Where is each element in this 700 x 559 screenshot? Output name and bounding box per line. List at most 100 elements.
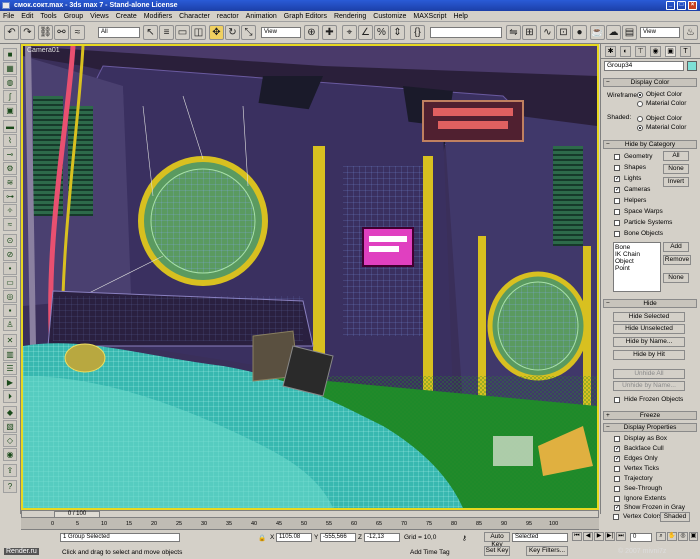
- zoom-icon[interactable]: ⌕: [656, 532, 666, 541]
- y-coordinate-field[interactable]: -555,566: [320, 533, 356, 542]
- orbit-icon[interactable]: ◎: [678, 532, 688, 541]
- display-as-box-checkbox[interactable]: [614, 436, 620, 442]
- z-coordinate-field[interactable]: -12,13: [364, 533, 400, 542]
- reactor-collision-icon[interactable]: ✕: [3, 334, 17, 347]
- see-through-checkbox[interactable]: [614, 486, 620, 492]
- remove-button[interactable]: Remove: [663, 255, 691, 265]
- hide-unselected-button[interactable]: Hide Unselected: [613, 324, 685, 334]
- redo-icon[interactable]: ↷: [20, 25, 35, 40]
- render-scene-icon[interactable]: ☕: [590, 25, 605, 40]
- trackbar[interactable]: 0 5 10 15 20 25 30 35 40 45 50 55 60 65 …: [21, 518, 599, 530]
- reactor-point-icon[interactable]: •: [3, 262, 17, 275]
- spinner-snap-icon[interactable]: ⇕: [390, 25, 405, 40]
- reactor-rigid-body-icon[interactable]: ■: [3, 48, 17, 61]
- display-color-rollout[interactable]: − Display Color: [603, 78, 697, 87]
- cameras-checkbox[interactable]: ✓: [614, 187, 620, 193]
- maximize-icon[interactable]: □: [677, 1, 686, 10]
- key-filters-button[interactable]: Key Filters...: [526, 546, 568, 556]
- none-button[interactable]: None: [663, 164, 689, 174]
- rotate-icon[interactable]: ↻: [225, 25, 240, 40]
- menu-edit[interactable]: Edit: [21, 13, 33, 20]
- lock-selection-icon[interactable]: 🔒: [258, 534, 266, 542]
- select-link-icon[interactable]: ⛓: [38, 25, 53, 40]
- maximize-viewport-icon[interactable]: ▣: [689, 532, 698, 541]
- reactor-water-icon[interactable]: ≈: [3, 218, 17, 231]
- x-coordinate-field[interactable]: 1105.08: [276, 533, 312, 542]
- reactor-ragdoll-icon[interactable]: ♙: [3, 318, 17, 331]
- reactor-spring-icon[interactable]: ⌇: [3, 134, 17, 147]
- menu-rendering[interactable]: Rendering: [334, 13, 366, 20]
- modify-tab-icon[interactable]: ◐: [620, 46, 631, 57]
- utilities-tab-icon[interactable]: T: [680, 46, 691, 57]
- menu-create[interactable]: Create: [116, 13, 137, 20]
- select-object-icon[interactable]: ↖: [143, 25, 158, 40]
- vertex-colors-checkbox[interactable]: [613, 514, 619, 520]
- selection-filter-dropdown[interactable]: All: [98, 27, 140, 38]
- move-icon[interactable]: ✥: [209, 25, 224, 40]
- material-editor-icon[interactable]: ●: [572, 25, 587, 40]
- reactor-world-icon[interactable]: ◉: [3, 448, 17, 461]
- wireframe-material-color-radio[interactable]: [637, 101, 643, 107]
- undo-icon[interactable]: ↶: [4, 25, 19, 40]
- motion-tab-icon[interactable]: ◉: [650, 46, 661, 57]
- reactor-dashpot-icon[interactable]: ⊸: [3, 148, 17, 161]
- reactor-preview-icon[interactable]: ▶: [3, 376, 17, 389]
- unlink-icon[interactable]: ⚯: [54, 25, 69, 40]
- reactor-toy-car-icon[interactable]: ⊶: [3, 190, 17, 203]
- window-crossing-icon[interactable]: ◫: [191, 25, 206, 40]
- reactor-proxy-icon[interactable]: ◇: [3, 434, 17, 447]
- angle-snap-icon[interactable]: ∠: [358, 25, 373, 40]
- bone-objects-checkbox[interactable]: [614, 231, 620, 237]
- shaded-button[interactable]: Shaded: [660, 512, 690, 522]
- curve-editor-icon[interactable]: ∿: [540, 25, 555, 40]
- list-item[interactable]: Point: [615, 265, 659, 272]
- camera-viewport[interactable]: Camera01: [21, 44, 599, 510]
- bind-space-warp-icon[interactable]: ≈: [70, 25, 85, 40]
- play-icon[interactable]: ▶: [594, 532, 604, 541]
- named-selection-icon[interactable]: {}: [410, 25, 425, 40]
- quick-render-icon[interactable]: ☁: [606, 25, 621, 40]
- reactor-convex-icon[interactable]: ◆: [3, 406, 17, 419]
- none-list-button[interactable]: None: [663, 273, 689, 283]
- menu-maxscript[interactable]: MAXScript: [413, 13, 446, 20]
- reactor-soft-body-icon[interactable]: ◍: [3, 76, 17, 89]
- list-item[interactable]: Bone: [615, 244, 659, 251]
- freeze-rollout[interactable]: + Freeze: [603, 411, 697, 420]
- reactor-export-icon[interactable]: ⇪: [3, 464, 17, 477]
- mirror-icon[interactable]: ⇋: [506, 25, 521, 40]
- key-icon[interactable]: ⚷: [462, 534, 467, 542]
- hide-frozen-checkbox[interactable]: [614, 397, 620, 403]
- shapes-checkbox[interactable]: [614, 165, 620, 171]
- named-selection-dropdown[interactable]: [430, 27, 502, 38]
- invert-button[interactable]: Invert: [663, 177, 689, 187]
- reactor-properties-icon[interactable]: ☰: [3, 362, 17, 375]
- render-type-icon[interactable]: ▤: [622, 25, 637, 40]
- vertex-ticks-checkbox[interactable]: [614, 466, 620, 472]
- reactor-deforming-mesh-icon[interactable]: ▣: [3, 104, 17, 117]
- add-button[interactable]: Add: [663, 242, 689, 252]
- trajectory-checkbox[interactable]: [614, 476, 620, 482]
- reactor-cloth-icon[interactable]: ▦: [3, 62, 17, 75]
- edges-only-checkbox[interactable]: ✓: [614, 456, 620, 462]
- object-color-swatch[interactable]: [687, 61, 697, 71]
- hide-rollout[interactable]: − Hide: [603, 299, 697, 308]
- reactor-fixed-icon[interactable]: ▪: [3, 304, 17, 317]
- ignore-extents-checkbox[interactable]: [614, 496, 620, 502]
- hierarchy-tab-icon[interactable]: ⊤: [635, 46, 646, 57]
- minimize-icon[interactable]: _: [666, 1, 675, 10]
- set-key-button[interactable]: Set Key: [484, 546, 510, 556]
- reactor-prismatic-icon[interactable]: ▭: [3, 276, 17, 289]
- hide-by-name-button[interactable]: Hide by Name...: [613, 337, 685, 347]
- menu-character[interactable]: Character: [179, 13, 210, 20]
- show-frozen-gray-checkbox[interactable]: ✓: [614, 505, 620, 511]
- viewport-label[interactable]: Camera01: [27, 47, 60, 54]
- menu-group[interactable]: Group: [64, 13, 83, 20]
- unhide-by-name-button[interactable]: Unhide by Name...: [613, 381, 685, 391]
- app-icon[interactable]: [2, 2, 10, 9]
- menu-file[interactable]: File: [3, 13, 14, 20]
- render-view-dropdown[interactable]: View: [640, 27, 680, 38]
- reactor-motor-icon[interactable]: ⚙: [3, 162, 17, 175]
- add-time-tag[interactable]: Add Time Tag: [410, 549, 450, 556]
- backface-cull-checkbox[interactable]: ✓: [614, 446, 620, 452]
- auto-key-button[interactable]: Auto Key: [484, 532, 510, 548]
